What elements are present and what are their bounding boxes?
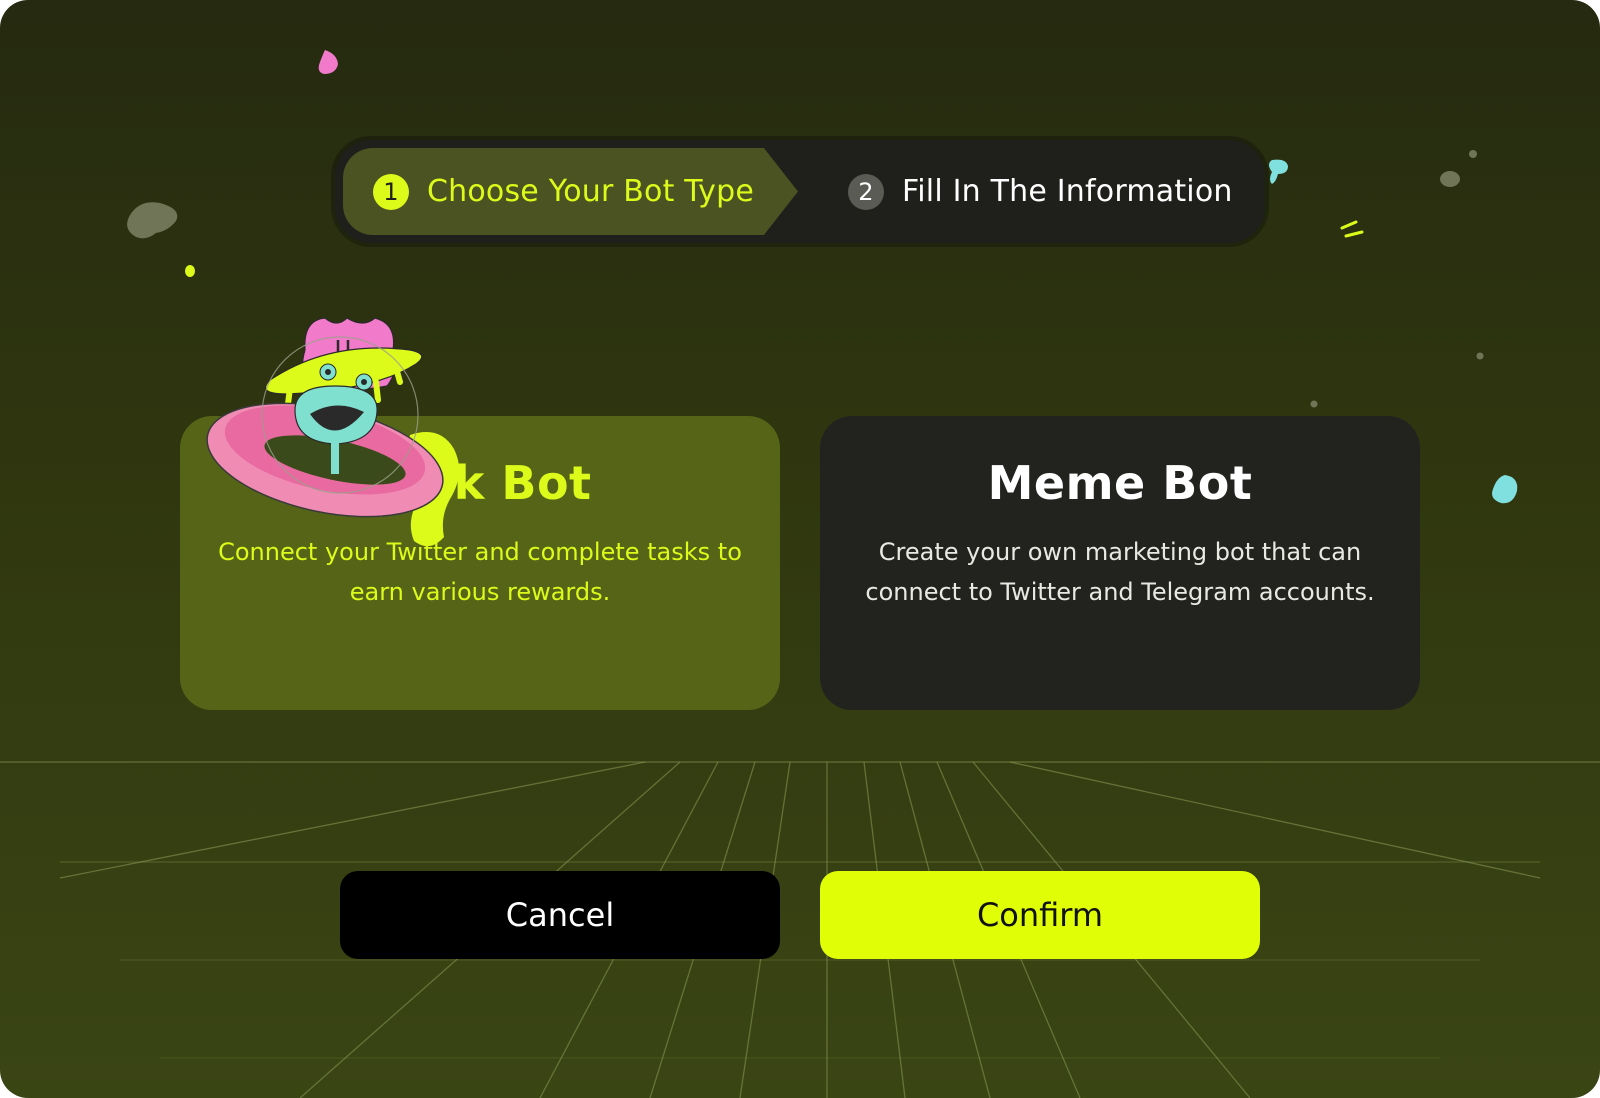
alien-ufo-mascot-icon [206,317,460,547]
step-number-badge: 1 [373,173,409,210]
grid-floor-decoration [0,761,1600,1098]
card-description: Create your own marketing bot that can c… [865,538,1375,606]
confirm-button[interactable]: Confirm [820,871,1260,959]
bot-type-modal: 1 Choose Your Bot Type 2 Fill In The Inf… [0,0,1600,1098]
cancel-button[interactable]: Cancel [340,871,780,959]
step-label: Choose Your Bot Type [427,174,755,209]
step-fill-information[interactable]: 2 Fill In The Information [848,148,1233,235]
stepper: 1 Choose Your Bot Type 2 Fill In The Inf… [335,140,1265,243]
step-choose-bot-type[interactable]: 1 Choose Your Bot Type [373,148,754,235]
step-label: Fill In The Information [902,174,1233,209]
card-title: Meme Bot [987,456,1253,510]
meme-bot-card[interactable]: Meme Bot Create your own marketing bot t… [820,416,1420,710]
step-number-badge: 2 [848,173,884,210]
